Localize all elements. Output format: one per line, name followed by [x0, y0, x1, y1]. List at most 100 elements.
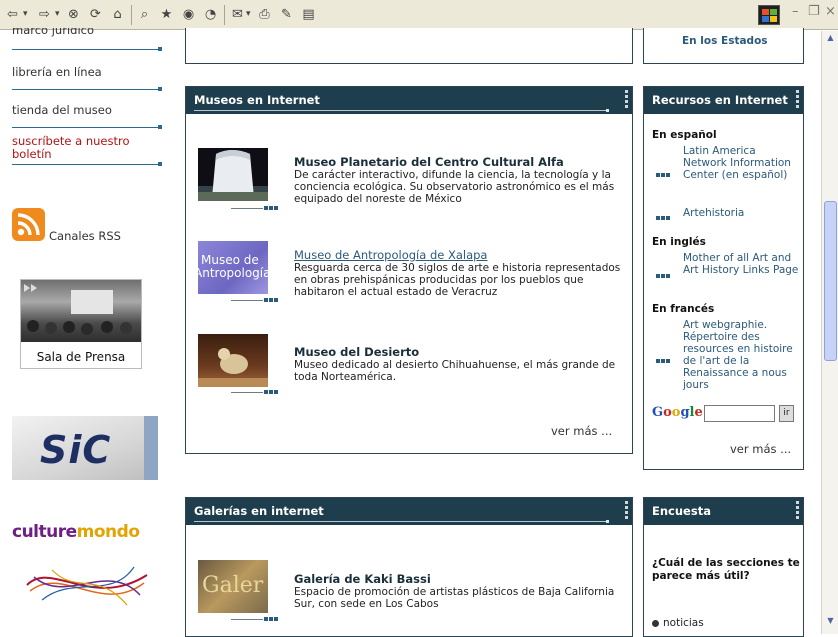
- item-description: Museo dedicado al desierto Chihuahuense,…: [294, 359, 616, 383]
- google-logo-letter: g: [680, 405, 690, 420]
- google-search-input[interactable]: [704, 405, 775, 422]
- forward-arrow-icon[interactable]: ⇨: [36, 6, 53, 23]
- back-dropdown-icon[interactable]: ▾: [23, 6, 28, 23]
- restore-icon[interactable]: ❐: [808, 4, 820, 19]
- culturemondo-logo[interactable]: culturemondo: [12, 522, 140, 542]
- rss-link[interactable]: Canales RSS: [49, 229, 121, 243]
- scroll-thumb[interactable]: [824, 201, 837, 361]
- recursos-panel-header: Recursos en Internet: [644, 87, 803, 114]
- sidebar-item-label: suscríbete a nuestro boletín: [12, 134, 130, 161]
- resource-link[interactable]: Mother of all Art and Art History Links …: [683, 252, 801, 276]
- scroll-down-icon[interactable]: ▼: [824, 616, 837, 629]
- toolbar-separator: [131, 5, 132, 25]
- sidebar-divider-dot: [158, 162, 162, 166]
- sic-logo-stripe: [144, 416, 158, 480]
- media-icon[interactable]: ◉: [180, 6, 197, 23]
- en-los-estados-link[interactable]: En los Estados: [682, 35, 768, 47]
- forward-dropdown-icon[interactable]: ▾: [55, 6, 60, 23]
- sidebar-divider: [12, 164, 162, 165]
- sidebar-item-libreria[interactable]: librería en línea: [12, 65, 162, 79]
- thumbnail-text: Antropología: [198, 266, 268, 280]
- poll-question: ¿Cuál de las secciones te parece más úti…: [652, 557, 800, 582]
- thumbnail-marker: [274, 298, 278, 302]
- sidebar-item-marco-juridico[interactable]: marco jurídico: [12, 28, 162, 40]
- edit-icon[interactable]: ✎: [278, 6, 295, 23]
- resource-link[interactable]: Art webgraphie. Répertoire des resources…: [683, 319, 801, 391]
- refresh-icon[interactable]: ⟳: [87, 6, 104, 23]
- museos-panel-header: Museos en Internet: [186, 87, 632, 114]
- sidebar-divider-dot: [158, 47, 162, 51]
- header-grip-icon: [625, 501, 628, 521]
- thumbnail-underline: [231, 619, 263, 620]
- thumbnail-text: Museo de: [201, 253, 259, 267]
- google-search-button[interactable]: ir: [779, 405, 794, 422]
- discuss-icon[interactable]: ▤: [300, 6, 317, 23]
- google-logo-letter: o: [663, 405, 672, 420]
- sala-de-prensa-banner[interactable]: Sala de Prensa: [20, 279, 142, 369]
- thumbnail-marker: [274, 390, 278, 394]
- resource-link[interactable]: Latin America Network Information Center…: [683, 145, 801, 181]
- rss-icon[interactable]: [12, 208, 45, 241]
- windows-logo-icon: [758, 5, 780, 25]
- sidebar-divider-dot: [158, 87, 162, 91]
- sidebar-item-label: tienda del museo: [12, 103, 112, 117]
- item-title[interactable]: Galería de Kaki Bassi: [294, 572, 431, 586]
- back-arrow-icon[interactable]: ⇦: [4, 6, 21, 23]
- thumbnail-marker: [264, 298, 268, 302]
- stop-icon[interactable]: ⊗: [65, 6, 82, 23]
- header-rule: [194, 521, 606, 522]
- vertical-scrollbar[interactable]: ▲ ▼: [821, 31, 838, 634]
- item-description: Espacio de promoción de artistas plástic…: [294, 586, 615, 610]
- bullet-icon: [656, 167, 671, 180]
- museos-panel: Museos en Internet Museo Planetario del …: [185, 86, 633, 454]
- history-icon[interactable]: ◔: [202, 6, 219, 23]
- radio-icon[interactable]: [652, 619, 659, 627]
- antropologia-thumbnail: Museo de Antropología: [198, 241, 268, 294]
- header-grip-icon: [796, 90, 799, 110]
- google-logo-letter: e: [694, 405, 703, 420]
- scroll-up-icon[interactable]: ▲: [824, 33, 837, 46]
- bullet-icon: [656, 353, 671, 366]
- culturemondo-logo-part: mondo: [76, 522, 140, 542]
- minimize-icon[interactable]: –: [792, 4, 799, 19]
- favorites-icon[interactable]: ★: [158, 6, 175, 23]
- header-rule-dot: [606, 520, 609, 523]
- sidebar-divider-dot: [158, 125, 162, 129]
- header-rule-dot: [606, 109, 609, 112]
- sidebar-divider: [12, 127, 162, 128]
- thumbnail-marker: [264, 206, 268, 210]
- galerias-panel: Galerías en internet Galer Galería de Ka…: [185, 497, 633, 637]
- thumbnail-marker: [274, 617, 278, 621]
- planetario-thumbnail: [198, 148, 268, 201]
- close-icon[interactable]: ×: [825, 4, 836, 19]
- search-icon[interactable]: ⌕: [136, 6, 153, 23]
- print-icon[interactable]: ⎙: [256, 6, 273, 23]
- thumbnail-underline: [231, 208, 263, 209]
- browser-toolbar: ⇦ ▾ ⇨ ▾ ⊗ ⟳ ⌂ ⌕ ★ ◉ ◔ ✉ ▾ ⎙ ✎ ▤ – ❐ ×: [0, 0, 838, 30]
- item-title[interactable]: Museo Planetario del Centro Cultural Alf…: [294, 155, 564, 169]
- sidebar-item-suscribete[interactable]: suscríbete a nuestro boletín: [12, 135, 147, 161]
- art-swirl-logo-icon[interactable]: [22, 555, 152, 615]
- home-icon[interactable]: ⌂: [109, 6, 126, 23]
- poll-option-label: noticias: [663, 617, 704, 629]
- galeria-thumbnail: Galer: [198, 560, 268, 613]
- mail-dropdown-icon[interactable]: ▾: [246, 6, 251, 23]
- sic-logo[interactable]: SiC: [12, 416, 158, 480]
- item-title[interactable]: Museo de Antropología de Xalapa: [294, 248, 487, 262]
- thumbnail-marker: [269, 298, 273, 302]
- bullet-icon: [656, 268, 671, 281]
- google-logo: Google: [652, 405, 703, 420]
- top-partial-panel: [185, 28, 633, 64]
- sic-logo-text: SiC: [40, 428, 112, 472]
- mail-icon[interactable]: ✉: [229, 6, 246, 23]
- recursos-ver-mas-link[interactable]: ver más ...: [730, 442, 791, 456]
- thumbnail-text: Galer: [202, 573, 264, 598]
- section-heading: En español: [652, 129, 717, 141]
- item-title[interactable]: Museo del Desierto: [294, 345, 419, 359]
- sidebar-item-tienda[interactable]: tienda del museo: [12, 103, 162, 117]
- museos-ver-mas-link[interactable]: ver más ...: [551, 424, 612, 438]
- encuesta-panel-title: Encuesta: [652, 504, 711, 518]
- poll-option[interactable]: noticias: [652, 617, 704, 629]
- culturemondo-logo-part: culture: [12, 522, 77, 542]
- resource-link[interactable]: Artehistoria: [683, 207, 801, 219]
